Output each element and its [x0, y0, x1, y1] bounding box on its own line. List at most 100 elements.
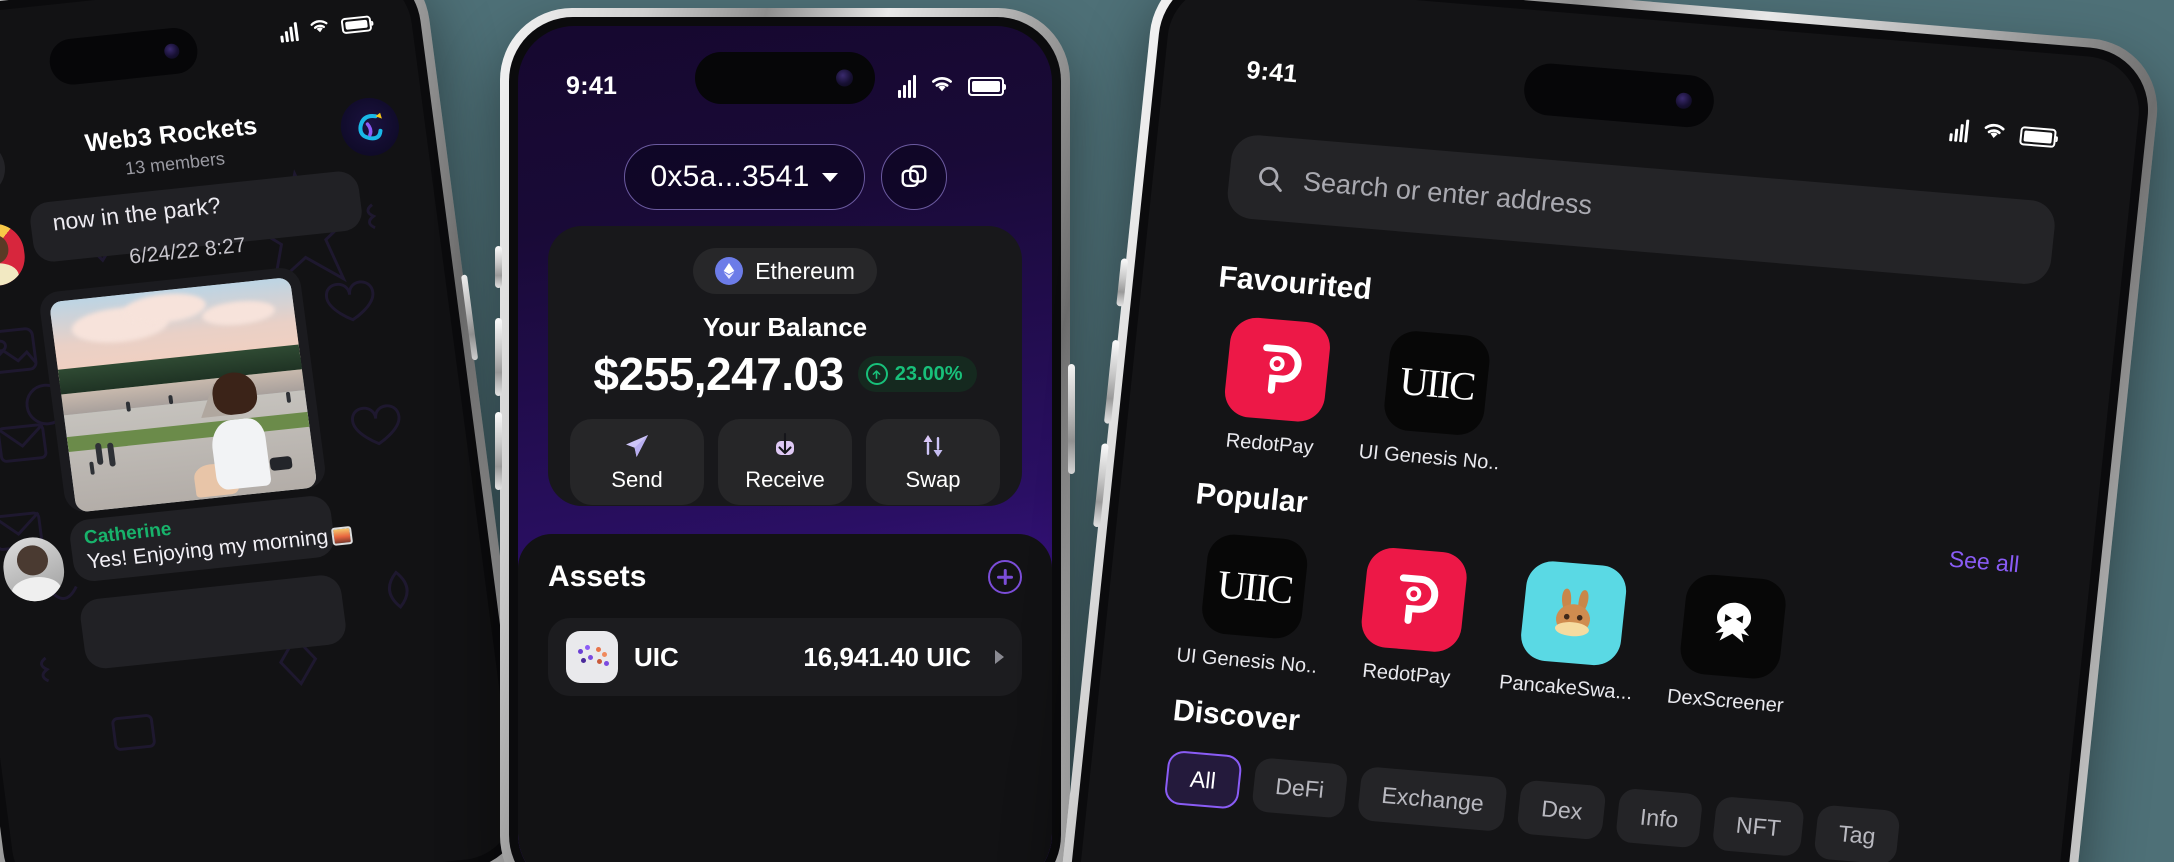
arrow-up-icon: [865, 363, 888, 385]
battery-icon: [340, 15, 373, 35]
status-time: 9:41: [566, 72, 618, 100]
tab-defi[interactable]: DeFi: [1250, 757, 1349, 819]
tab-nft[interactable]: NFT: [1711, 795, 1806, 857]
wifi-icon: [306, 15, 333, 41]
gecko-logo-icon: [337, 95, 402, 159]
dapp-label: UI Genesis No..: [1357, 440, 1501, 475]
sunrise-emoji-icon: [330, 525, 354, 546]
chevron-right-icon: [995, 650, 1004, 664]
search-input[interactable]: Search or enter address: [1225, 133, 2058, 286]
battery-icon: [968, 77, 1004, 96]
dapp-label: DexScreener: [1665, 685, 1785, 718]
battery-icon: [2019, 126, 2057, 149]
swap-button[interactable]: Swap: [866, 419, 1000, 505]
search-icon: [1259, 166, 1282, 192]
power-button[interactable]: [1068, 364, 1075, 474]
dapp-label: UI Genesis No..: [1175, 644, 1319, 678]
favourited-title: Favourited: [1217, 260, 1374, 307]
group-avatar[interactable]: [337, 95, 403, 159]
wallet-actions: Send Receive Swap: [548, 419, 1022, 505]
balance-amount: $255,247.03: [593, 348, 844, 400]
dapp-item-ui-genesis[interactable]: UIIC UI Genesis No..: [1357, 328, 1510, 476]
search-placeholder: Search or enter address: [1301, 165, 1594, 220]
account-address: 0x5a...3541: [650, 160, 810, 193]
volume-up-button[interactable]: [1103, 339, 1120, 424]
favourited-grid: RedotPay UIIC UI Genesis No..: [1201, 314, 1510, 475]
balance-card: Ethereum Your Balance $255,247.03 23.00%: [548, 226, 1022, 506]
receive-button[interactable]: Receive: [718, 419, 852, 505]
discover-title: Discover: [1171, 694, 1302, 738]
asset-row[interactable]: UIC 16,941.40 UIC: [548, 618, 1022, 696]
tab-info[interactable]: Info: [1615, 787, 1704, 849]
uic-logo-icon: UIIC: [1381, 329, 1492, 437]
copy-address-button[interactable]: [880, 144, 947, 210]
pancakeswap-logo-icon: [1518, 559, 1629, 668]
chat-photo: [49, 277, 318, 513]
copy-icon: [901, 165, 926, 187]
phone-mockup-dapp-browser: 9:41 Search or enter address Favourited …: [1053, 0, 2165, 862]
add-asset-button[interactable]: [988, 560, 1022, 594]
receive-label: Receive: [745, 467, 825, 492]
see-all-link[interactable]: See all: [1948, 546, 2021, 579]
volume-down-button[interactable]: [1093, 443, 1109, 528]
chat-photo-message[interactable]: [37, 266, 328, 514]
asset-symbol: UIC: [634, 641, 679, 672]
uic-logo-icon: UIIC: [1199, 532, 1310, 641]
cellular-signal-icon: [1949, 118, 1970, 143]
tab-exchange[interactable]: Exchange: [1356, 766, 1509, 833]
volume-down-button[interactable]: [495, 412, 502, 490]
photo-subject: [181, 370, 274, 500]
dapp-item-redotpay[interactable]: RedotPay: [1337, 544, 1487, 692]
volume-up-button[interactable]: [495, 318, 502, 396]
dexscreener-logo-icon: [1678, 572, 1789, 681]
wifi-icon: [928, 72, 956, 101]
balance-change-value: 23.00%: [894, 362, 963, 385]
network-name: Ethereum: [755, 257, 855, 284]
mute-switch[interactable]: [495, 246, 502, 288]
account-address-selector[interactable]: 0x5a...3541: [623, 144, 865, 210]
mute-switch[interactable]: [1116, 258, 1129, 307]
tab-dex[interactable]: Dex: [1516, 779, 1608, 841]
wifi-icon: [1979, 118, 2010, 149]
status-bar: 9:41: [518, 72, 1052, 101]
assets-title: Assets: [548, 560, 647, 593]
redotpay-logo-icon: [1359, 545, 1470, 654]
balance-change-badge: 23.00%: [857, 356, 977, 392]
receive-icon: [776, 432, 794, 455]
dapp-label: RedotPay: [1224, 429, 1315, 459]
phone-mockup-chat: 9:41: [0, 0, 542, 862]
tab-all[interactable]: All: [1163, 749, 1243, 810]
dapp-item-pancakeswap[interactable]: PancakeSwa...: [1497, 558, 1647, 706]
tab-tag[interactable]: Tag: [1813, 804, 1901, 862]
send-label: Send: [611, 467, 663, 492]
balance-label: Your Balance: [702, 312, 868, 342]
dapp-browser-screen: 9:41 Search or enter address Favourited …: [1072, 0, 2145, 862]
screenshot-stage: 9:41: [0, 0, 2174, 862]
swap-icon: [923, 435, 943, 457]
asset-amount: 16,941.40 UIC: [803, 641, 971, 672]
swap-label: Swap: [905, 467, 961, 492]
cellular-signal-icon: [898, 75, 916, 98]
assets-sheet: Assets UIC 16,941.40 UIC: [518, 534, 1052, 862]
wallet-screen: 9:41 0x5a...3541 Ethereum Your Balance $…: [518, 26, 1052, 862]
wallet-header: 0x5a...3541: [518, 144, 1052, 210]
dapp-item-ui-genesis[interactable]: UIIC UI Genesis No..: [1175, 531, 1328, 679]
popular-grid: UIIC UI Genesis No.. RedotPay PancakeSwa…: [1175, 531, 1806, 719]
dapp-label: RedotPay: [1361, 659, 1452, 690]
dapp-item-dexscreener[interactable]: DexScreener: [1656, 571, 1806, 719]
chat-screen: 9:41: [0, 0, 522, 862]
ethereum-icon: [715, 257, 744, 285]
redotpay-logo-icon: [1222, 315, 1333, 424]
status-time: 9:41: [1245, 56, 1300, 89]
popular-title: Popular: [1194, 477, 1310, 520]
chat-bubble-text: now in the park?: [50, 192, 223, 236]
phone-mockup-wallet: 9:41 0x5a...3541 Ethereum Your Balance $…: [495, 8, 1075, 862]
uic-token-icon: [566, 631, 618, 683]
send-button[interactable]: Send: [570, 419, 704, 505]
chevron-down-icon: [821, 172, 838, 182]
dapp-label: PancakeSwa...: [1498, 671, 1634, 705]
network-chip[interactable]: Ethereum: [693, 248, 877, 294]
dapp-item-redotpay[interactable]: RedotPay: [1201, 314, 1351, 462]
cellular-signal-icon: [279, 21, 299, 43]
send-icon: [626, 435, 648, 457]
